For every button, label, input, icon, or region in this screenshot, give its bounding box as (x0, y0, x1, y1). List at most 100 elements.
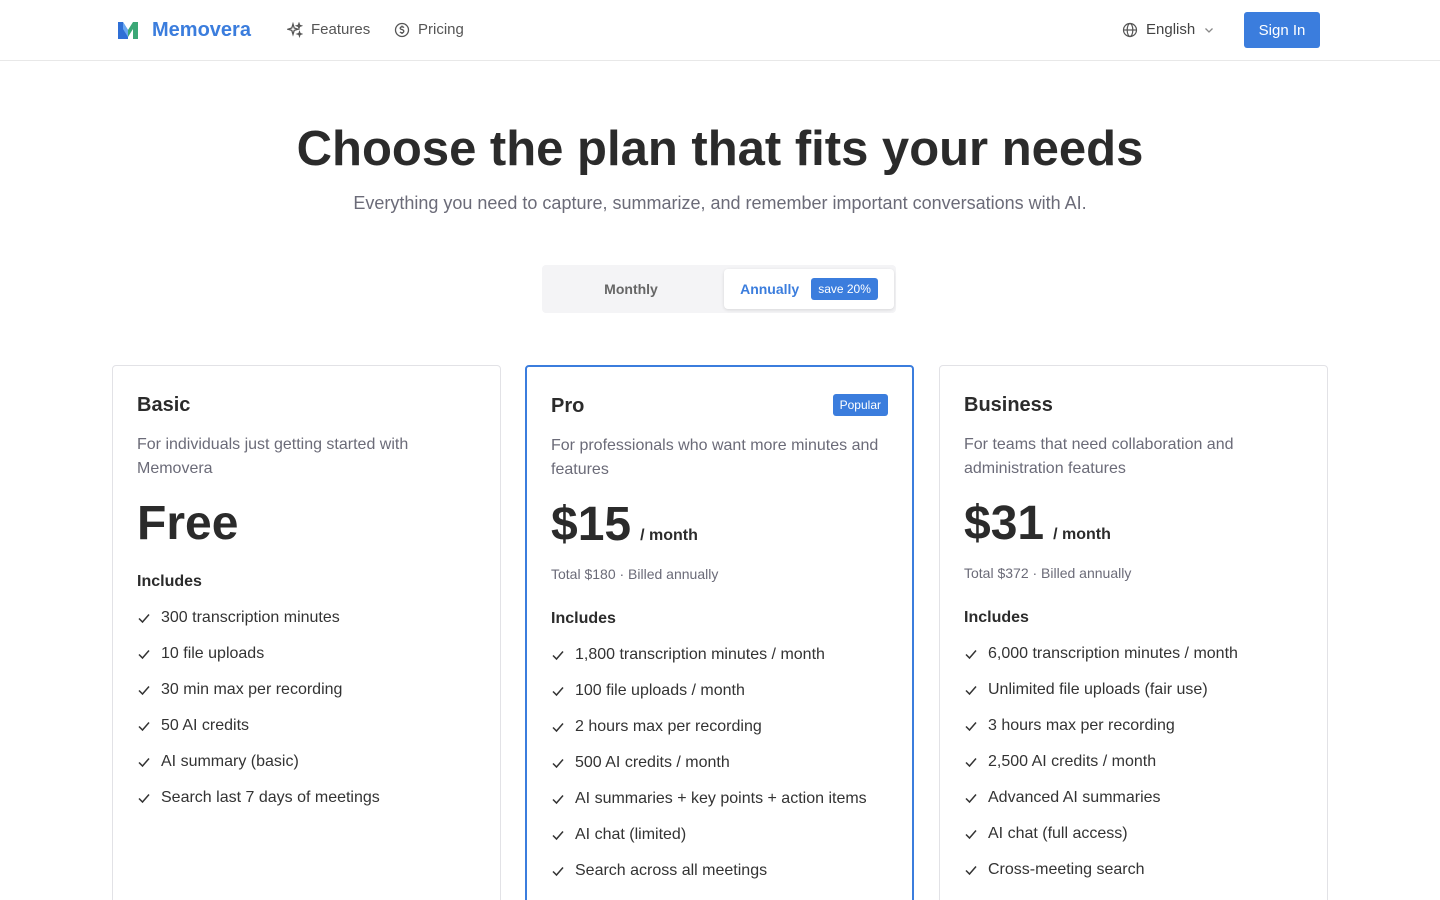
feature-item: Advanced AI summaries (964, 780, 1238, 816)
price-row: $15 / month (551, 497, 698, 553)
billing-annually-label: Annually (740, 281, 800, 297)
check-icon (138, 614, 150, 624)
includes-heading: Includes (964, 609, 1029, 626)
feature-list: 1,800 transcription minutes / month 100 … (551, 637, 867, 889)
nav-pricing-label: Pricing (418, 21, 464, 38)
plan-period: / month (1053, 526, 1111, 543)
billing-annually-option[interactable]: Annually save 20% (724, 269, 894, 309)
plan-description: For professionals who want more minutes … (551, 437, 879, 478)
top-navbar: Memovera Features Pricing English Sign I… (0, 0, 1440, 61)
feature-text: AI chat (full access) (988, 825, 1128, 842)
price-row: $31 / month (964, 496, 1111, 552)
language-selector[interactable]: English (1122, 20, 1215, 40)
memovera-logo-icon (118, 22, 138, 39)
feature-item: AI chat (limited) (551, 817, 867, 853)
chevron-down-icon (1205, 28, 1214, 33)
check-icon (138, 758, 150, 768)
nav-pricing[interactable]: Pricing (394, 20, 464, 40)
billing-period-toggle: Monthly Annually save 20% (542, 265, 896, 313)
check-icon (552, 759, 564, 769)
plan-card-pro: Pro Popular For professionals who want m… (525, 365, 914, 900)
sparkle-icon (287, 22, 303, 38)
check-icon (552, 723, 564, 733)
feature-item: AI chat (full access) (964, 816, 1238, 852)
check-icon (138, 650, 150, 660)
feature-text: 2 hours max per recording (575, 718, 762, 735)
check-icon (965, 686, 977, 696)
plan-price: $15 (551, 498, 632, 551)
feature-item: 6,000 transcription minutes / month (964, 636, 1238, 672)
feature-item: 300 transcription minutes (137, 600, 380, 636)
check-icon (138, 686, 150, 696)
page-subtitle: Everything you need to capture, summariz… (353, 193, 1087, 213)
feature-item: Search across all meetings (551, 853, 867, 889)
plan-card-business: Business For teams that need collaborati… (939, 365, 1328, 900)
check-icon (552, 831, 564, 841)
plan-name: Basic (137, 394, 191, 416)
plan-name: Business (964, 394, 1053, 416)
feature-text: 500 AI credits / month (575, 754, 730, 771)
price-row: Free (137, 496, 238, 552)
feature-text: Unlimited file uploads (fair use) (988, 681, 1208, 698)
feature-text: Cross-meeting search (988, 861, 1145, 878)
feature-text: 2,500 AI credits / month (988, 753, 1157, 770)
feature-text: 100 file uploads / month (575, 682, 745, 699)
feature-item: 3 hours max per recording (964, 708, 1238, 744)
check-icon (965, 650, 977, 660)
feature-item: 50 AI credits (137, 708, 380, 744)
globe-icon (1122, 22, 1138, 38)
plan-name: Pro (551, 395, 585, 417)
feature-item: 500 AI credits / month (551, 745, 867, 781)
feature-item: 2 hours max per recording (551, 709, 867, 745)
feature-text: 10 file uploads (161, 645, 265, 662)
check-icon (965, 830, 977, 840)
check-icon (965, 758, 977, 768)
includes-heading: Includes (551, 610, 616, 627)
feature-text: AI chat (limited) (575, 826, 687, 843)
feature-item: 2,500 AI credits / month (964, 744, 1238, 780)
feature-text: 1,800 transcription minutes / month (575, 646, 825, 663)
plan-price: Free (137, 497, 239, 550)
nav-features[interactable]: Features (287, 20, 370, 40)
billing-total: Total $180 · Billed annually (551, 566, 719, 582)
feature-list: 300 transcription minutes 10 file upload… (137, 600, 380, 816)
billing-monthly-option[interactable]: Monthly (546, 269, 716, 309)
feature-text: Search last 7 days of meetings (161, 789, 380, 806)
check-icon (552, 687, 564, 697)
check-icon (552, 867, 564, 877)
plan-description: For individuals just getting started wit… (137, 436, 409, 477)
feature-item: Search last 7 days of meetings (137, 780, 380, 816)
feature-text: 3 hours max per recording (988, 717, 1175, 734)
check-icon (965, 866, 977, 876)
feature-text: Advanced AI summaries (988, 789, 1161, 806)
save-badge: save 20% (811, 278, 878, 300)
check-icon (965, 794, 977, 804)
plan-card-basic: Basic For individuals just getting start… (112, 365, 501, 900)
feature-text: AI summaries + key points + action items (575, 790, 867, 807)
feature-item: 100 file uploads / month (551, 673, 867, 709)
dollar-circle-icon (394, 22, 410, 38)
feature-text: AI summary (basic) (161, 753, 299, 770)
billing-total: Total $372 · Billed annually (964, 565, 1132, 581)
nav-features-label: Features (311, 21, 371, 38)
brand-name: Memovera (152, 19, 251, 41)
feature-text: 50 AI credits (161, 717, 250, 734)
feature-text: 6,000 transcription minutes / month (988, 645, 1238, 662)
feature-item: 10 file uploads (137, 636, 380, 672)
feature-list: 6,000 transcription minutes / month Unli… (964, 636, 1238, 888)
feature-item: 1,800 transcription minutes / month (551, 637, 867, 673)
check-icon (965, 722, 977, 732)
feature-item: AI summaries + key points + action items (551, 781, 867, 817)
check-icon (138, 794, 150, 804)
sign-in-button[interactable]: Sign In (1244, 12, 1320, 48)
plan-price: $31 (964, 497, 1045, 550)
includes-heading: Includes (137, 573, 202, 590)
brand-logo-link[interactable]: Memovera (116, 17, 251, 43)
check-icon (552, 651, 564, 661)
plan-description: For teams that need collaboration and ad… (964, 436, 1234, 477)
feature-item: Unlimited file uploads (fair use) (964, 672, 1238, 708)
feature-item: 30 min max per recording (137, 672, 380, 708)
check-icon (138, 722, 150, 732)
popular-badge: Popular (832, 394, 888, 416)
check-icon (552, 795, 564, 805)
